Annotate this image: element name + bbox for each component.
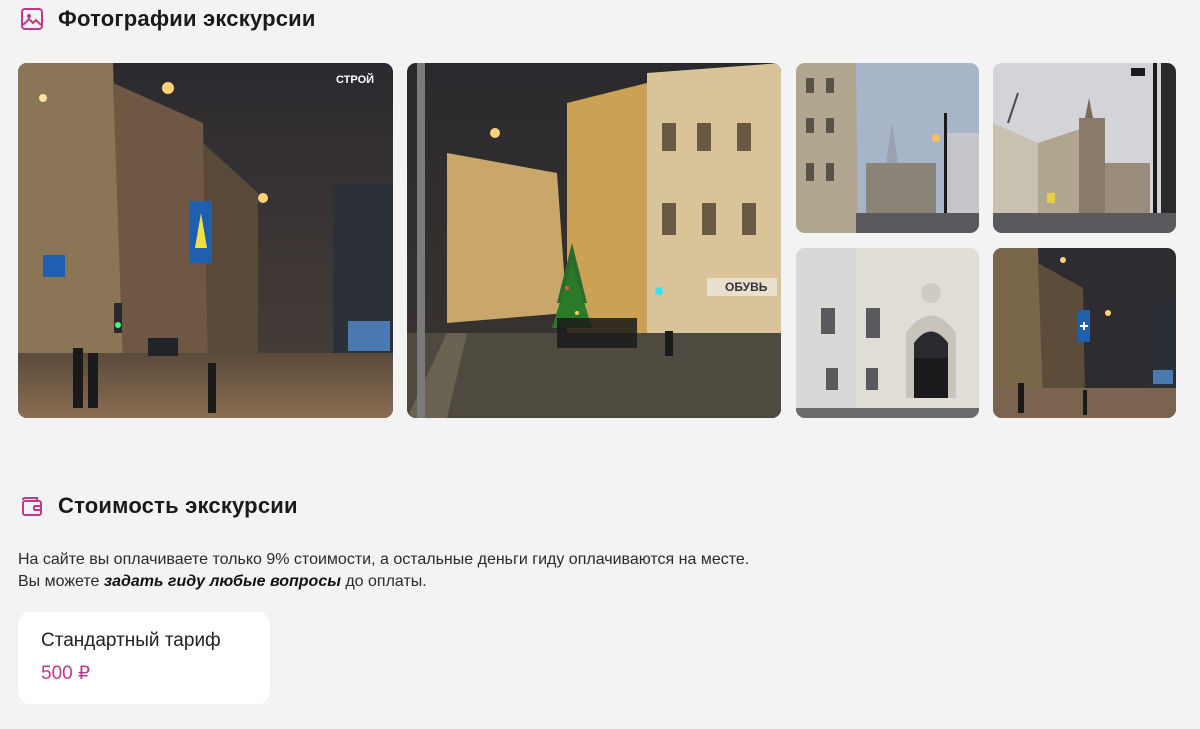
photos-title-text: Фотографии экскурсии [58, 6, 316, 31]
price-section-title: Стоимость экскурсии [20, 493, 298, 519]
tariff-card-standard[interactable]: Стандартный тариф 500 ₽ [18, 612, 270, 704]
description-prefix: Вы можете [18, 573, 104, 590]
photo-skyscraper-street-view[interactable] [993, 63, 1176, 233]
photo-christmas-tree-corner[interactable]: ОБУВЬ [407, 63, 781, 418]
price-description: На сайте вы оплачиваете только 9% стоимо… [18, 549, 749, 593]
photo-white-building-archway[interactable] [796, 248, 979, 418]
image-icon [20, 7, 44, 31]
photo-night-street-crosswalk[interactable]: СТРОЙ [18, 63, 393, 418]
price-title-text: Стоимость экскурсии [58, 493, 298, 518]
description-suffix: до оплаты. [340, 573, 427, 590]
tariff-price: 500 ₽ [41, 663, 91, 684]
photo-foggy-street-highrise[interactable] [796, 63, 979, 233]
photos-section-title: Фотографии экскурсии [20, 6, 316, 32]
wallet-icon [20, 494, 44, 518]
ask-guide-link[interactable]: задать гиду любые вопросы [104, 573, 341, 590]
tariff-name: Стандартный тариф [41, 630, 221, 651]
store-sign-text: СТРОЙ [336, 73, 374, 86]
shoe-store-sign: ОБУВЬ [725, 280, 768, 294]
description-line-2: Вы можете задать гиду любые вопросы до о… [18, 571, 749, 593]
photo-night-street-lights[interactable] [993, 248, 1176, 418]
description-line-1: На сайте вы оплачиваете только 9% стоимо… [18, 551, 750, 568]
